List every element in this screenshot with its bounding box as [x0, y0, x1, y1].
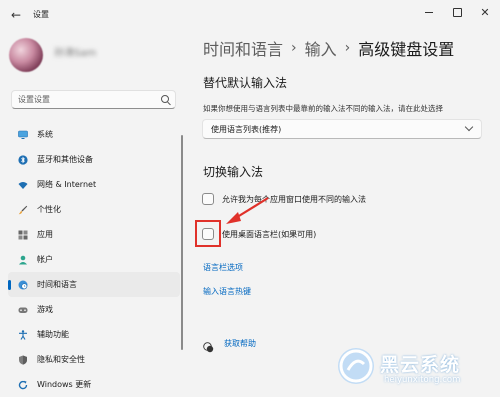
language-bar-options-link[interactable]: 语言栏选项 [203, 262, 243, 273]
watermark-title: 黑云系统 [380, 354, 461, 376]
annotation-arrow-icon [226, 197, 269, 224]
get-help-label: 获取帮助 [224, 339, 256, 348]
get-help-link[interactable]: 获取帮助 [203, 338, 256, 353]
help-chat-icon [203, 338, 214, 353]
watermark: 黑云系统 heiyunxitong.com [338, 348, 500, 395]
input-hotkeys-link[interactable]: 输入语言热键 [203, 286, 251, 297]
watermark-url: heiyunxitong.com [384, 375, 461, 385]
cloud-logo-icon [338, 348, 374, 384]
